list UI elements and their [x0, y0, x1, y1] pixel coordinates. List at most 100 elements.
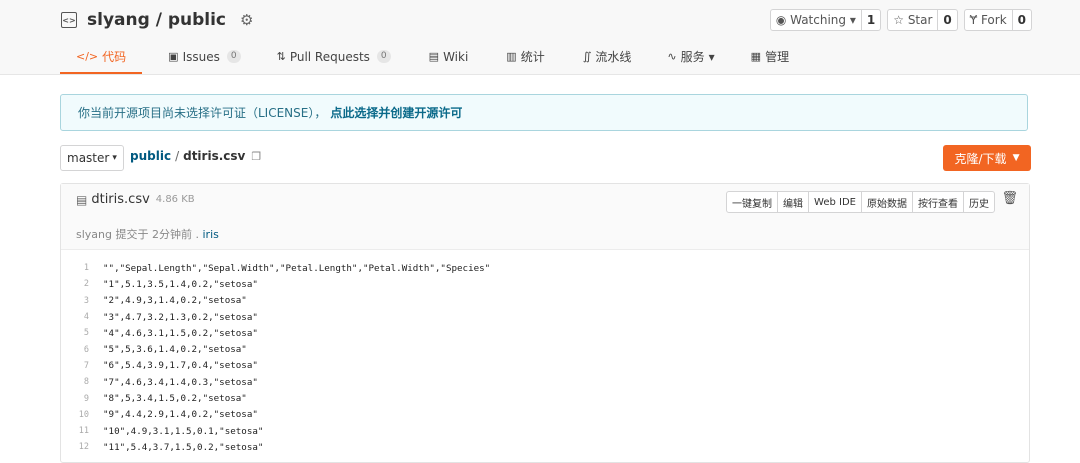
breadcrumb-file: dtiris.csv: [183, 149, 246, 163]
pull-requests-count-badge: 0: [376, 50, 391, 63]
breadcrumb: public / dtiris.csv ❐: [130, 149, 261, 163]
code-line: 1 "","Sepal.Length","Sepal.Width","Petal.…: [61, 260, 1029, 276]
commit-info: slyang 提交于 2分钟前 . iris: [76, 226, 219, 242]
line-text: "","Sepal.Length","Sepal.Width","Petal.L…: [103, 262, 491, 274]
line-text: "7",4.6,3.4,1.4,0.3,"setosa": [103, 376, 258, 388]
watch-count[interactable]: 1: [862, 10, 880, 30]
file-name: dtiris.csv: [91, 192, 150, 207]
code-icon: </>: [76, 49, 99, 63]
service-icon: ∿: [667, 50, 677, 63]
code-line: 4 "3",4.7,3.2,1.3,0.2,"setosa": [61, 309, 1029, 325]
code-line: 8 "7",4.6,3.4,1.4,0.3,"setosa": [61, 374, 1029, 390]
commit-prefix: slyang 提交于 2分钟前 .: [76, 228, 199, 241]
breadcrumb-root[interactable]: public: [130, 149, 171, 163]
star-icon: ☆: [893, 13, 908, 27]
web-ide-button[interactable]: Web IDE: [809, 192, 862, 212]
settings-icon[interactable]: ⚙: [240, 11, 253, 29]
tab-issues[interactable]: ▣ Issues 0: [152, 40, 256, 73]
code-line: 7 "6",5.4,3.9,1.7,0.4,"setosa": [61, 358, 1029, 374]
tab-stats[interactable]: ▥ 统计: [490, 40, 560, 73]
line-text: "10",4.9,3.1,1.5,0.1,"setosa": [103, 425, 264, 437]
star-count[interactable]: 0: [938, 10, 956, 30]
line-number[interactable]: 11: [61, 426, 103, 436]
commit-message-link[interactable]: iris: [202, 228, 218, 241]
repo-title[interactable]: slyang / public: [87, 10, 226, 30]
tab-pipeline[interactable]: ∬ 流水线: [567, 40, 648, 73]
line-number[interactable]: 10: [61, 410, 103, 420]
file-icon: ▤: [76, 192, 88, 207]
repo-header: <> slyang / public ⚙ ◉ Watching ▾ 1 ☆ St…: [0, 0, 1080, 75]
line-number[interactable]: 5: [61, 328, 103, 338]
tab-pull-requests[interactable]: ⇅ Pull Requests 0: [261, 40, 407, 73]
file-toolbar: 一键复制 编辑 Web IDE 原始数据 按行查看 历史: [726, 191, 995, 213]
issues-icon: ▣: [168, 50, 179, 63]
star-label: Star: [907, 13, 933, 27]
code-line: 9 "8",5,3.4,1.5,0.2,"setosa": [61, 390, 1029, 406]
tab-label: 服务: [680, 50, 705, 64]
copy-icon[interactable]: ❐: [251, 150, 261, 163]
line-number[interactable]: 8: [61, 377, 103, 387]
watch-button[interactable]: ◉ Watching ▾ 1: [769, 9, 882, 31]
code-line: 10 "9",4.4,2.9,1.4,0.2,"setosa": [61, 407, 1029, 423]
raw-data-button[interactable]: 原始数据: [862, 192, 913, 212]
code-line: 3 "2",4.9,3,1.4,0.2,"setosa": [61, 293, 1029, 309]
tab-manage[interactable]: ▦ 管理: [735, 40, 805, 73]
license-notice: 你当前开源项目尚未选择许可证（LICENSE）， 点此选择并创建开源许可: [60, 94, 1028, 131]
line-text: "2",4.9,3,1.4,0.2,"setosa": [103, 295, 247, 307]
line-number[interactable]: 2: [61, 279, 103, 289]
history-button[interactable]: 历史: [964, 192, 994, 212]
manage-icon: ▦: [750, 50, 762, 63]
line-number[interactable]: 3: [61, 296, 103, 306]
chevron-down-icon: ▾: [708, 49, 715, 64]
file-header: ▤ dtiris.csv 4.86 KB 一键复制 编辑 Web IDE 原始数…: [61, 184, 1029, 250]
edit-button[interactable]: 编辑: [778, 192, 810, 212]
tab-wiki[interactable]: ▤ Wiki: [413, 40, 485, 73]
path-bar: master ▾ public / dtiris.csv ❐ 克隆/下载 ▼: [60, 145, 1031, 171]
copy-all-button[interactable]: 一键复制: [727, 192, 779, 212]
stats-icon: ▥: [506, 50, 517, 63]
file-viewer: ▤ dtiris.csv 4.86 KB 一键复制 编辑 Web IDE 原始数…: [60, 183, 1030, 463]
issues-count-badge: 0: [226, 50, 241, 63]
tab-code[interactable]: </> 代码: [60, 40, 143, 74]
blame-button[interactable]: 按行查看: [913, 192, 964, 212]
tab-service[interactable]: ∿ 服务 ▾: [651, 40, 730, 73]
line-number[interactable]: 9: [61, 394, 103, 404]
code-line: 2 "1",5.1,3.5,1.4,0.2,"setosa": [61, 276, 1029, 292]
create-license-link[interactable]: 点此选择并创建开源许可: [330, 104, 462, 121]
tab-label: Issues: [182, 49, 220, 64]
file-size: 4.86 KB: [155, 194, 195, 205]
line-number[interactable]: 12: [61, 442, 103, 452]
code-view: 1 "","Sepal.Length","Sepal.Width","Petal.…: [61, 250, 1029, 456]
line-number[interactable]: 6: [61, 345, 103, 355]
line-text: "9",4.4,2.9,1.4,0.2,"setosa": [103, 409, 258, 421]
branch-name: master: [67, 151, 110, 165]
line-number[interactable]: 4: [61, 312, 103, 322]
line-text: "1",5.1,3.5,1.4,0.2,"setosa": [103, 278, 258, 290]
wiki-icon: ▤: [428, 50, 440, 63]
clone-download-button[interactable]: 克隆/下载 ▼: [943, 145, 1031, 171]
pipeline-icon: ∬: [582, 50, 592, 63]
watch-label: Watching: [790, 13, 847, 27]
line-number[interactable]: 1: [61, 263, 103, 273]
repo-actions: ◉ Watching ▾ 1 ☆ Star 0 Ɏ Fork 0: [769, 9, 1032, 31]
trash-icon[interactable]: 🗑: [1001, 191, 1018, 206]
line-text: "11",5.4,3.7,1.5,0.2,"setosa": [103, 441, 264, 453]
fork-count[interactable]: 0: [1013, 10, 1031, 30]
line-number[interactable]: 7: [61, 361, 103, 371]
star-button[interactable]: ☆ Star 0: [887, 9, 958, 31]
line-text: "5",5,3.6,1.4,0.2,"setosa": [103, 344, 247, 356]
repo-tabs: </> 代码 ▣ Issues 0 ⇅ Pull Requests 0 ▤ Wi…: [60, 40, 805, 74]
line-text: "3",4.7,3.2,1.3,0.2,"setosa": [103, 311, 258, 323]
code-line: 5 "4",4.6,3.1,1.5,0.2,"setosa": [61, 325, 1029, 341]
repo-icon: <>: [61, 12, 77, 28]
pull-request-icon: ⇅: [276, 50, 286, 63]
line-text: "8",5,3.4,1.5,0.2,"setosa": [103, 393, 247, 405]
tab-label: Wiki: [443, 49, 469, 64]
license-notice-text: 你当前开源项目尚未选择许可证（LICENSE），: [78, 106, 327, 120]
line-text: "6",5.4,3.9,1.7,0.4,"setosa": [103, 360, 258, 372]
fork-icon: Ɏ: [969, 13, 981, 27]
branch-selector[interactable]: master ▾: [60, 145, 124, 171]
fork-button[interactable]: Ɏ Fork 0: [963, 9, 1032, 31]
tab-label: Pull Requests: [289, 49, 370, 64]
chevron-down-icon: ▼: [1012, 153, 1020, 163]
